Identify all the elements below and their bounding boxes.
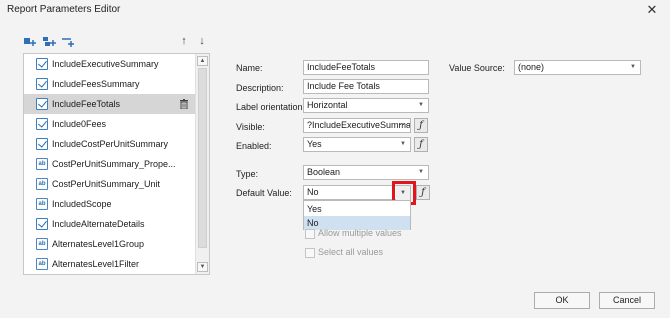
allow-multiple-label: Allow multiple values: [318, 228, 402, 238]
type-label: Type:: [236, 169, 259, 179]
list-item[interactable]: ab CostPerUnitSummary_Unit: [24, 174, 196, 194]
text-param-icon: ab: [36, 238, 48, 250]
default-value-dropdown-list[interactable]: Yes No: [303, 200, 411, 230]
label-orientation-select[interactable]: Horizontal ▼: [303, 98, 429, 113]
allow-multiple-checkbox[interactable]: [305, 229, 315, 239]
list-item-label: IncludeCostPerUnitSummary: [52, 139, 169, 149]
delete-icon[interactable]: [180, 99, 188, 109]
checkbox-param-icon: [36, 78, 48, 90]
dropdown-option-yes[interactable]: Yes: [304, 202, 410, 216]
type-value: Boolean: [307, 167, 341, 177]
description-label: Description:: [236, 83, 284, 93]
default-value-label: Default Value:: [236, 188, 292, 198]
scroll-thumb[interactable]: [198, 68, 207, 248]
name-label: Name:: [236, 63, 263, 73]
select-all-label: Select all values: [318, 247, 384, 257]
list-item-label: IncludeAlternateDetails: [52, 219, 145, 229]
list-item[interactable]: ab IncludedScope: [24, 194, 196, 214]
add-parameter-icon[interactable]: [23, 36, 37, 48]
chevron-down-icon: ▼: [418, 169, 424, 175]
chevron-down-icon: ▼: [418, 102, 424, 108]
list-item-label: CostPerUnitSummary_Unit: [52, 179, 161, 189]
list-item[interactable]: ab AlternatesLevel1Filter: [24, 254, 196, 274]
list-item-label: IncludeExecutiveSummary: [52, 59, 159, 69]
type-select[interactable]: Boolean ▼: [303, 165, 429, 180]
checkbox-param-icon: [36, 58, 48, 70]
dialog-title: Report Parameters Editor: [7, 4, 121, 15]
text-param-icon: ab: [36, 258, 48, 270]
checkbox-param-icon: [36, 218, 48, 230]
chevron-down-icon: ▼: [630, 64, 636, 70]
enabled-select[interactable]: Yes ▼: [303, 137, 411, 152]
list-item[interactable]: IncludeAlternateDetails: [24, 214, 196, 234]
move-up-button[interactable]: ↑: [178, 34, 190, 48]
list-item-label: AlternatesLevel1Filter: [52, 259, 140, 269]
list-item-selected[interactable]: IncludeFeeTotals: [24, 94, 196, 114]
ellipsis-icon[interactable]: ···: [399, 119, 408, 131]
enabled-value: Yes: [307, 139, 322, 149]
list-item[interactable]: IncludeCostPerUnitSummary: [24, 134, 196, 154]
visible-field-value: ?IncludeExecutiveSumma: [307, 120, 411, 130]
value-source-select[interactable]: (none) ▼: [514, 60, 641, 75]
text-param-icon: ab: [36, 198, 48, 210]
list-item-label: IncludedScope: [52, 199, 112, 209]
cancel-button[interactable]: Cancel: [599, 292, 655, 309]
chevron-down-icon: ▼: [400, 141, 406, 147]
label-orientation-label: Label orientation:: [236, 102, 306, 112]
text-param-icon: ab: [36, 178, 48, 190]
enabled-expression-button[interactable]: ƒ: [414, 137, 428, 152]
orientation-value: Horizontal: [307, 100, 348, 110]
scroll-down-button[interactable]: ▼: [197, 262, 208, 272]
list-item[interactable]: ab AlternatesLevel1Group: [24, 234, 196, 254]
list-item-label: CostPerUnitSummary_Prope...: [52, 159, 176, 169]
name-field[interactable]: IncludeFeeTotals: [303, 60, 429, 75]
text-param-icon: ab: [36, 158, 48, 170]
add-group-icon[interactable]: [42, 36, 56, 48]
ok-button[interactable]: OK: [534, 292, 590, 309]
value-source-label: Value Source:: [449, 63, 505, 73]
visible-expression-button[interactable]: ƒ: [414, 118, 428, 133]
select-all-checkbox[interactable]: [305, 248, 315, 258]
list-item-label: AlternatesLevel1Group: [52, 239, 145, 249]
default-value: No: [307, 187, 319, 197]
move-down-button[interactable]: ↓: [196, 34, 208, 48]
value-source-value: (none): [518, 62, 545, 72]
list-item-label: IncludeFeeTotals: [52, 99, 121, 109]
checkbox-param-icon: [36, 138, 48, 150]
name-field-value: IncludeFeeTotals: [307, 62, 376, 72]
list-item[interactable]: Include0Fees: [24, 114, 196, 134]
list-item[interactable]: ab CostPerUnitSummary_Prope...: [24, 154, 196, 174]
list-item[interactable]: IncludeExecutiveSummary: [24, 54, 196, 74]
checkbox-param-icon: [36, 98, 48, 110]
description-field[interactable]: Include Fee Totals: [303, 79, 429, 94]
visible-expression-field[interactable]: ?IncludeExecutiveSumma ···: [303, 118, 411, 133]
list-item-label: Include0Fees: [52, 119, 107, 129]
scroll-up-button[interactable]: ▲: [197, 56, 208, 66]
default-value-expression-button[interactable]: ƒ: [416, 185, 430, 200]
enabled-label: Enabled:: [236, 141, 272, 151]
add-separator-icon[interactable]: [61, 36, 75, 48]
close-icon[interactable]: ✕: [644, 2, 660, 18]
description-field-value: Include Fee Totals: [307, 81, 380, 91]
list-item[interactable]: IncludeFeesSummary: [24, 74, 196, 94]
parameters-list[interactable]: IncludeExecutiveSummary IncludeFeesSumma…: [23, 53, 210, 275]
list-scrollbar[interactable]: ▲ ▼: [195, 54, 209, 274]
list-item-label: IncludeFeesSummary: [52, 79, 140, 89]
checkbox-param-icon: [36, 118, 48, 130]
visible-label: Visible:: [236, 122, 265, 132]
